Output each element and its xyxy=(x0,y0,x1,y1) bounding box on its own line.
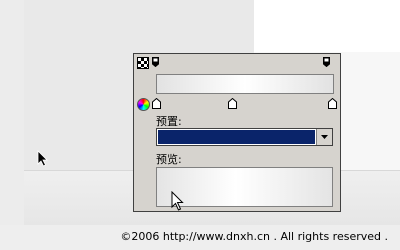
canvas-white-region xyxy=(254,0,400,52)
color-stop-right[interactable] xyxy=(328,98,337,109)
preset-selected-value xyxy=(158,130,315,144)
opacity-stop-left[interactable] xyxy=(152,57,159,67)
gradient-editor-panel: 预置: 预览: xyxy=(133,53,341,212)
preset-dropdown[interactable] xyxy=(156,128,333,146)
gradient-pattern-icon xyxy=(137,57,149,69)
mouse-pointer-icon xyxy=(37,150,48,167)
color-stop-left[interactable] xyxy=(152,98,161,109)
left-strip xyxy=(0,0,24,250)
copyright-text: ©2006 http://www.dnxh.cn . All rights re… xyxy=(120,230,388,243)
dropdown-arrow-icon[interactable] xyxy=(316,129,332,145)
color-stop-middle[interactable] xyxy=(228,98,237,109)
mouse-pointer-icon xyxy=(171,191,184,211)
color-wheel-icon[interactable] xyxy=(137,98,150,111)
preset-label: 预置: xyxy=(156,115,182,128)
gradient-bar[interactable] xyxy=(156,74,334,94)
preview-label: 预览: xyxy=(156,153,182,166)
opacity-stop-right[interactable] xyxy=(323,57,330,67)
